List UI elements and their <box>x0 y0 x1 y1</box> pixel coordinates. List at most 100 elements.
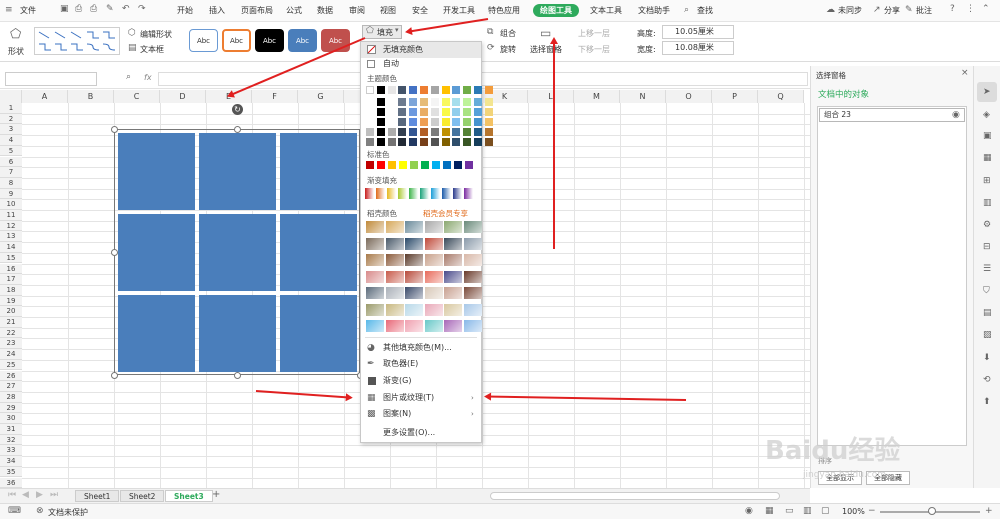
theme-shade-swatch[interactable] <box>474 98 482 106</box>
theme-color-swatch[interactable] <box>387 86 396 94</box>
row-header-5[interactable]: 5 <box>0 145 22 157</box>
theme-shade-swatch[interactable] <box>376 138 385 146</box>
shell-texture-swatch[interactable] <box>366 270 384 283</box>
theme-shade-swatch[interactable] <box>441 128 450 136</box>
standard-color-swatch[interactable] <box>399 161 407 169</box>
resize-handle-l[interactable] <box>111 249 118 256</box>
standard-color-swatch[interactable] <box>432 161 440 169</box>
row-header-17[interactable]: 17 <box>0 274 22 285</box>
shell-texture-swatch[interactable] <box>424 287 443 299</box>
sheet-tab-1[interactable]: Sheet1 <box>75 490 120 502</box>
shield-icon[interactable]: ⛉ <box>983 286 990 296</box>
shell-texture-swatch[interactable] <box>366 303 384 316</box>
row-header-34[interactable]: 34 <box>0 456 22 467</box>
gradient-swatch[interactable] <box>453 188 463 199</box>
shell-texture-swatch[interactable] <box>405 320 423 332</box>
theme-shade-swatch[interactable] <box>484 118 493 126</box>
rectangle-shape[interactable] <box>280 214 357 291</box>
theme-shade-swatch[interactable] <box>484 128 493 136</box>
next-sheet-icon[interactable]: ▶ <box>36 490 43 500</box>
theme-shade-swatch[interactable] <box>474 108 482 116</box>
theme-shade-swatch[interactable] <box>387 118 396 126</box>
rectangle-shape[interactable] <box>280 133 357 210</box>
shell-texture-swatch[interactable] <box>366 287 384 299</box>
row-header-33[interactable]: 33 <box>0 445 22 457</box>
column-header-C[interactable]: C <box>114 90 160 103</box>
column-header-L[interactable]: L <box>528 90 574 103</box>
theme-shade-swatch[interactable] <box>441 118 450 126</box>
theme-shade-swatch[interactable] <box>463 128 472 136</box>
shell-texture-swatch[interactable] <box>405 270 423 283</box>
table-icon[interactable]: ▦ <box>983 153 992 163</box>
theme-shade-swatch[interactable] <box>463 108 472 116</box>
tab-page-layout[interactable]: 页面布局 <box>241 5 273 16</box>
save-icon[interactable]: ▣ <box>60 4 69 14</box>
tab-security[interactable]: 安全 <box>412 5 428 16</box>
gradient-swatch[interactable] <box>365 188 375 199</box>
first-sheet-icon[interactable]: ⏮ <box>8 490 16 500</box>
theme-shade-swatch[interactable] <box>387 108 396 116</box>
theme-shade-swatch[interactable] <box>441 138 450 146</box>
shell-texture-swatch[interactable] <box>424 320 443 332</box>
last-sheet-icon[interactable]: ⏭ <box>50 490 58 500</box>
row-header-6[interactable]: 6 <box>0 156 22 168</box>
zoom-icon[interactable]: ⌕ <box>126 72 131 82</box>
shell-texture-swatch[interactable] <box>444 303 462 316</box>
theme-color-swatch[interactable] <box>430 86 439 94</box>
shell-texture-swatch[interactable] <box>405 237 423 250</box>
shell-texture-swatch[interactable] <box>463 237 482 250</box>
row-header-4[interactable]: 4 <box>0 135 22 146</box>
theme-shade-swatch[interactable] <box>409 128 418 136</box>
shell-texture-swatch[interactable] <box>405 221 423 233</box>
theme-shade-swatch[interactable] <box>366 98 374 106</box>
row-header-20[interactable]: 20 <box>0 306 22 317</box>
rectangle-shape[interactable] <box>118 214 195 291</box>
theme-color-swatch[interactable] <box>441 86 450 94</box>
close-icon[interactable]: × <box>961 68 969 78</box>
theme-shade-swatch[interactable] <box>376 98 385 106</box>
row-header-27[interactable]: 27 <box>0 381 22 392</box>
row-header-3[interactable]: 3 <box>0 124 22 136</box>
chart-icon[interactable]: ▥ <box>983 198 992 208</box>
tab-drawing-tools[interactable]: 绘图工具 <box>533 4 579 17</box>
rectangle-shape[interactable] <box>280 295 357 372</box>
shell-texture-swatch[interactable] <box>463 303 482 316</box>
shell-texture-swatch[interactable] <box>463 287 482 299</box>
column-header-P[interactable]: P <box>712 90 758 103</box>
theme-shade-swatch[interactable] <box>463 138 472 146</box>
theme-color-swatch[interactable] <box>463 86 472 94</box>
resize-handle-tl[interactable] <box>111 126 118 133</box>
theme-shade-swatch[interactable] <box>398 108 407 116</box>
more-settings-item[interactable]: 更多设置(O)... <box>361 425 481 441</box>
style-preset-4[interactable]: Abc <box>288 29 317 52</box>
theme-shade-swatch[interactable] <box>409 98 418 106</box>
column-header-N[interactable]: N <box>620 90 666 103</box>
collapse-icon[interactable]: ⌃ <box>982 4 990 14</box>
theme-shade-swatch[interactable] <box>430 138 439 146</box>
sheet-tab-3[interactable]: Sheet3 <box>165 490 213 502</box>
shell-texture-swatch[interactable] <box>366 254 384 266</box>
move-up-button[interactable]: 上移一层 <box>578 28 610 39</box>
theme-shade-swatch[interactable] <box>474 138 482 146</box>
theme-shade-swatch[interactable] <box>463 98 472 106</box>
shell-texture-swatch[interactable] <box>444 254 462 266</box>
theme-shade-swatch[interactable] <box>441 108 450 116</box>
shell-texture-swatch[interactable] <box>385 221 404 233</box>
shell-texture-swatch[interactable] <box>444 287 462 299</box>
gradient-swatch[interactable] <box>398 188 408 199</box>
help-icon[interactable]: ? <box>950 4 955 14</box>
theme-shade-swatch[interactable] <box>366 118 374 126</box>
rectangle-shape[interactable] <box>199 295 276 372</box>
standard-color-swatch[interactable] <box>421 161 429 169</box>
shapes-icon[interactable]: ◈ <box>983 110 990 120</box>
edit-shape-button[interactable]: 编辑形状 <box>140 29 172 40</box>
row-header-30[interactable]: 30 <box>0 413 22 424</box>
text-box-icon[interactable]: ▤ <box>128 43 137 53</box>
select-all-corner[interactable] <box>0 90 22 103</box>
menu-icon[interactable]: ≡ <box>5 5 13 15</box>
style-preset-1[interactable]: Abc <box>189 29 218 52</box>
sheet-tab-2[interactable]: Sheet2 <box>120 490 165 502</box>
resize-handle-b[interactable] <box>234 372 241 379</box>
grid-icon[interactable]: ⊟ <box>983 242 991 252</box>
theme-shade-swatch[interactable] <box>398 128 407 136</box>
